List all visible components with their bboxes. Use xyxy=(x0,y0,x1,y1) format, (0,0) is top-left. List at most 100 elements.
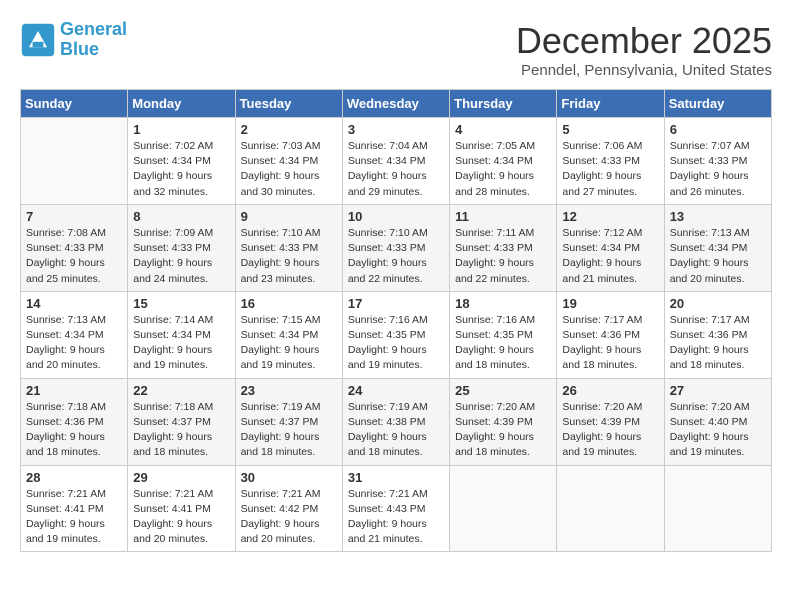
day-cell: 19Sunrise: 7:17 AMSunset: 4:36 PMDayligh… xyxy=(557,291,664,378)
day-cell: 8 Sunrise: 7:09 AMSunset: 4:33 PMDaylight… xyxy=(128,204,235,291)
day-number: 30 xyxy=(241,470,337,485)
day-number: 18 xyxy=(455,296,551,311)
day-number: 28 xyxy=(26,470,122,485)
week-row-1: 1 Sunrise: 7:02 AMSunset: 4:34 PMDaylight… xyxy=(21,118,772,205)
weekday-header-thursday: Thursday xyxy=(450,90,557,118)
header: General Blue December 2025 Penndel, Penn… xyxy=(20,20,772,79)
day-info: Sunrise: 7:20 AMSunset: 4:39 PMDaylight:… xyxy=(455,400,551,461)
day-cell: 4 Sunrise: 7:05 AMSunset: 4:34 PMDaylight… xyxy=(450,118,557,205)
day-cell xyxy=(557,465,664,552)
week-row-3: 14 Sunrise: 7:13 AMSunset: 4:34 PMDayligh… xyxy=(21,291,772,378)
day-number: 14 xyxy=(26,296,122,311)
day-cell: 31Sunrise: 7:21 AMSunset: 4:43 PMDayligh… xyxy=(342,465,449,552)
day-number: 26 xyxy=(562,383,658,398)
day-info: Sunrise: 7:18 AMSunset: 4:37 PMDaylight:… xyxy=(133,400,229,461)
day-info: Sunrise: 7:14 AMSunset: 4:34 PMDaylight:… xyxy=(133,313,229,374)
day-cell: 11 Sunrise: 7:11 AMSunset: 4:33 PMDayligh… xyxy=(450,204,557,291)
day-info: Sunrise: 7:21 AMSunset: 4:41 PMDaylight:… xyxy=(26,487,122,548)
day-cell: 22 Sunrise: 7:18 AMSunset: 4:37 PMDayligh… xyxy=(128,378,235,465)
day-cell xyxy=(664,465,771,552)
day-number: 23 xyxy=(241,383,337,398)
day-info: Sunrise: 7:06 AMSunset: 4:33 PMDaylight:… xyxy=(562,139,658,200)
day-number: 29 xyxy=(133,470,229,485)
day-info: Sunrise: 7:07 AMSunset: 4:33 PMDaylight:… xyxy=(670,139,766,200)
day-info: Sunrise: 7:17 AMSunset: 4:36 PMDaylight:… xyxy=(670,313,766,374)
day-number: 16 xyxy=(241,296,337,311)
week-row-2: 7Sunrise: 7:08 AMSunset: 4:33 PMDaylight… xyxy=(21,204,772,291)
day-info: Sunrise: 7:19 AMSunset: 4:38 PMDaylight:… xyxy=(348,400,444,461)
day-cell: 27 Sunrise: 7:20 AMSunset: 4:40 PMDayligh… xyxy=(664,378,771,465)
day-info: Sunrise: 7:05 AMSunset: 4:34 PMDaylight:… xyxy=(455,139,551,200)
day-cell: 18 Sunrise: 7:16 AMSunset: 4:35 PMDayligh… xyxy=(450,291,557,378)
day-cell: 9Sunrise: 7:10 AMSunset: 4:33 PMDaylight… xyxy=(235,204,342,291)
day-cell: 24 Sunrise: 7:19 AMSunset: 4:38 PMDayligh… xyxy=(342,378,449,465)
day-info: Sunrise: 7:02 AMSunset: 4:34 PMDaylight:… xyxy=(133,139,229,200)
month-title: December 2025 xyxy=(516,20,772,62)
weekday-header-friday: Friday xyxy=(557,90,664,118)
title-area: December 2025 Penndel, Pennsylvania, Uni… xyxy=(516,20,772,79)
weekday-header-monday: Monday xyxy=(128,90,235,118)
day-number: 20 xyxy=(670,296,766,311)
day-number: 10 xyxy=(348,209,444,224)
day-cell: 21Sunrise: 7:18 AMSunset: 4:36 PMDayligh… xyxy=(21,378,128,465)
day-cell: 17 Sunrise: 7:16 AMSunset: 4:35 PMDayligh… xyxy=(342,291,449,378)
day-cell xyxy=(450,465,557,552)
day-info: Sunrise: 7:18 AMSunset: 4:36 PMDaylight:… xyxy=(26,400,122,461)
day-number: 4 xyxy=(455,122,551,137)
day-number: 12 xyxy=(562,209,658,224)
day-cell: 26 Sunrise: 7:20 AMSunset: 4:39 PMDayligh… xyxy=(557,378,664,465)
day-info: Sunrise: 7:20 AMSunset: 4:39 PMDaylight:… xyxy=(562,400,658,461)
day-info: Sunrise: 7:21 AMSunset: 4:43 PMDaylight:… xyxy=(348,487,444,548)
day-number: 22 xyxy=(133,383,229,398)
day-cell: 7Sunrise: 7:08 AMSunset: 4:33 PMDaylight… xyxy=(21,204,128,291)
day-number: 19 xyxy=(562,296,658,311)
day-info: Sunrise: 7:15 AMSunset: 4:34 PMDaylight:… xyxy=(241,313,337,374)
week-row-5: 28 Sunrise: 7:21 AMSunset: 4:41 PMDayligh… xyxy=(21,465,772,552)
day-cell: 30 Sunrise: 7:21 AMSunset: 4:42 PMDayligh… xyxy=(235,465,342,552)
day-number: 1 xyxy=(133,122,229,137)
day-cell: 29 Sunrise: 7:21 AMSunset: 4:41 PMDayligh… xyxy=(128,465,235,552)
day-info: Sunrise: 7:12 AMSunset: 4:34 PMDaylight:… xyxy=(562,226,658,287)
day-number: 17 xyxy=(348,296,444,311)
day-info: Sunrise: 7:16 AMSunset: 4:35 PMDaylight:… xyxy=(348,313,444,374)
day-cell: 12 Sunrise: 7:12 AMSunset: 4:34 PMDayligh… xyxy=(557,204,664,291)
week-row-4: 21Sunrise: 7:18 AMSunset: 4:36 PMDayligh… xyxy=(21,378,772,465)
weekday-header-tuesday: Tuesday xyxy=(235,90,342,118)
day-number: 24 xyxy=(348,383,444,398)
day-info: Sunrise: 7:21 AMSunset: 4:42 PMDaylight:… xyxy=(241,487,337,548)
logo-icon xyxy=(20,22,56,58)
day-info: Sunrise: 7:10 AMSunset: 4:33 PMDaylight:… xyxy=(348,226,444,287)
day-info: Sunrise: 7:19 AMSunset: 4:37 PMDaylight:… xyxy=(241,400,337,461)
day-cell: 13Sunrise: 7:13 AMSunset: 4:34 PMDayligh… xyxy=(664,204,771,291)
day-number: 9 xyxy=(241,209,337,224)
day-info: Sunrise: 7:09 AMSunset: 4:33 PMDaylight:… xyxy=(133,226,229,287)
logo: General Blue xyxy=(20,20,127,60)
day-number: 5 xyxy=(562,122,658,137)
day-info: Sunrise: 7:13 AMSunset: 4:34 PMDaylight:… xyxy=(670,226,766,287)
day-cell: 25 Sunrise: 7:20 AMSunset: 4:39 PMDayligh… xyxy=(450,378,557,465)
day-number: 3 xyxy=(348,122,444,137)
day-info: Sunrise: 7:13 AMSunset: 4:34 PMDaylight:… xyxy=(26,313,122,374)
day-number: 11 xyxy=(455,209,551,224)
day-cell xyxy=(21,118,128,205)
location-title: Penndel, Pennsylvania, United States xyxy=(516,62,772,79)
day-number: 25 xyxy=(455,383,551,398)
logo-text: General Blue xyxy=(60,20,127,60)
calendar-table: SundayMondayTuesdayWednesdayThursdayFrid… xyxy=(20,89,772,552)
weekday-header-sunday: Sunday xyxy=(21,90,128,118)
day-number: 27 xyxy=(670,383,766,398)
day-cell: 6 Sunrise: 7:07 AMSunset: 4:33 PMDaylight… xyxy=(664,118,771,205)
day-number: 6 xyxy=(670,122,766,137)
weekday-header-row: SundayMondayTuesdayWednesdayThursdayFrid… xyxy=(21,90,772,118)
day-info: Sunrise: 7:20 AMSunset: 4:40 PMDaylight:… xyxy=(670,400,766,461)
logo-line1: General xyxy=(60,20,127,40)
day-cell: 23 Sunrise: 7:19 AMSunset: 4:37 PMDayligh… xyxy=(235,378,342,465)
day-info: Sunrise: 7:11 AMSunset: 4:33 PMDaylight:… xyxy=(455,226,551,287)
day-info: Sunrise: 7:16 AMSunset: 4:35 PMDaylight:… xyxy=(455,313,551,374)
day-info: Sunrise: 7:21 AMSunset: 4:41 PMDaylight:… xyxy=(133,487,229,548)
logo-line2: Blue xyxy=(60,40,127,60)
day-cell: 2Sunrise: 7:03 AMSunset: 4:34 PMDaylight… xyxy=(235,118,342,205)
day-number: 8 xyxy=(133,209,229,224)
day-cell: 5 Sunrise: 7:06 AMSunset: 4:33 PMDaylight… xyxy=(557,118,664,205)
day-info: Sunrise: 7:03 AMSunset: 4:34 PMDaylight:… xyxy=(241,139,337,200)
